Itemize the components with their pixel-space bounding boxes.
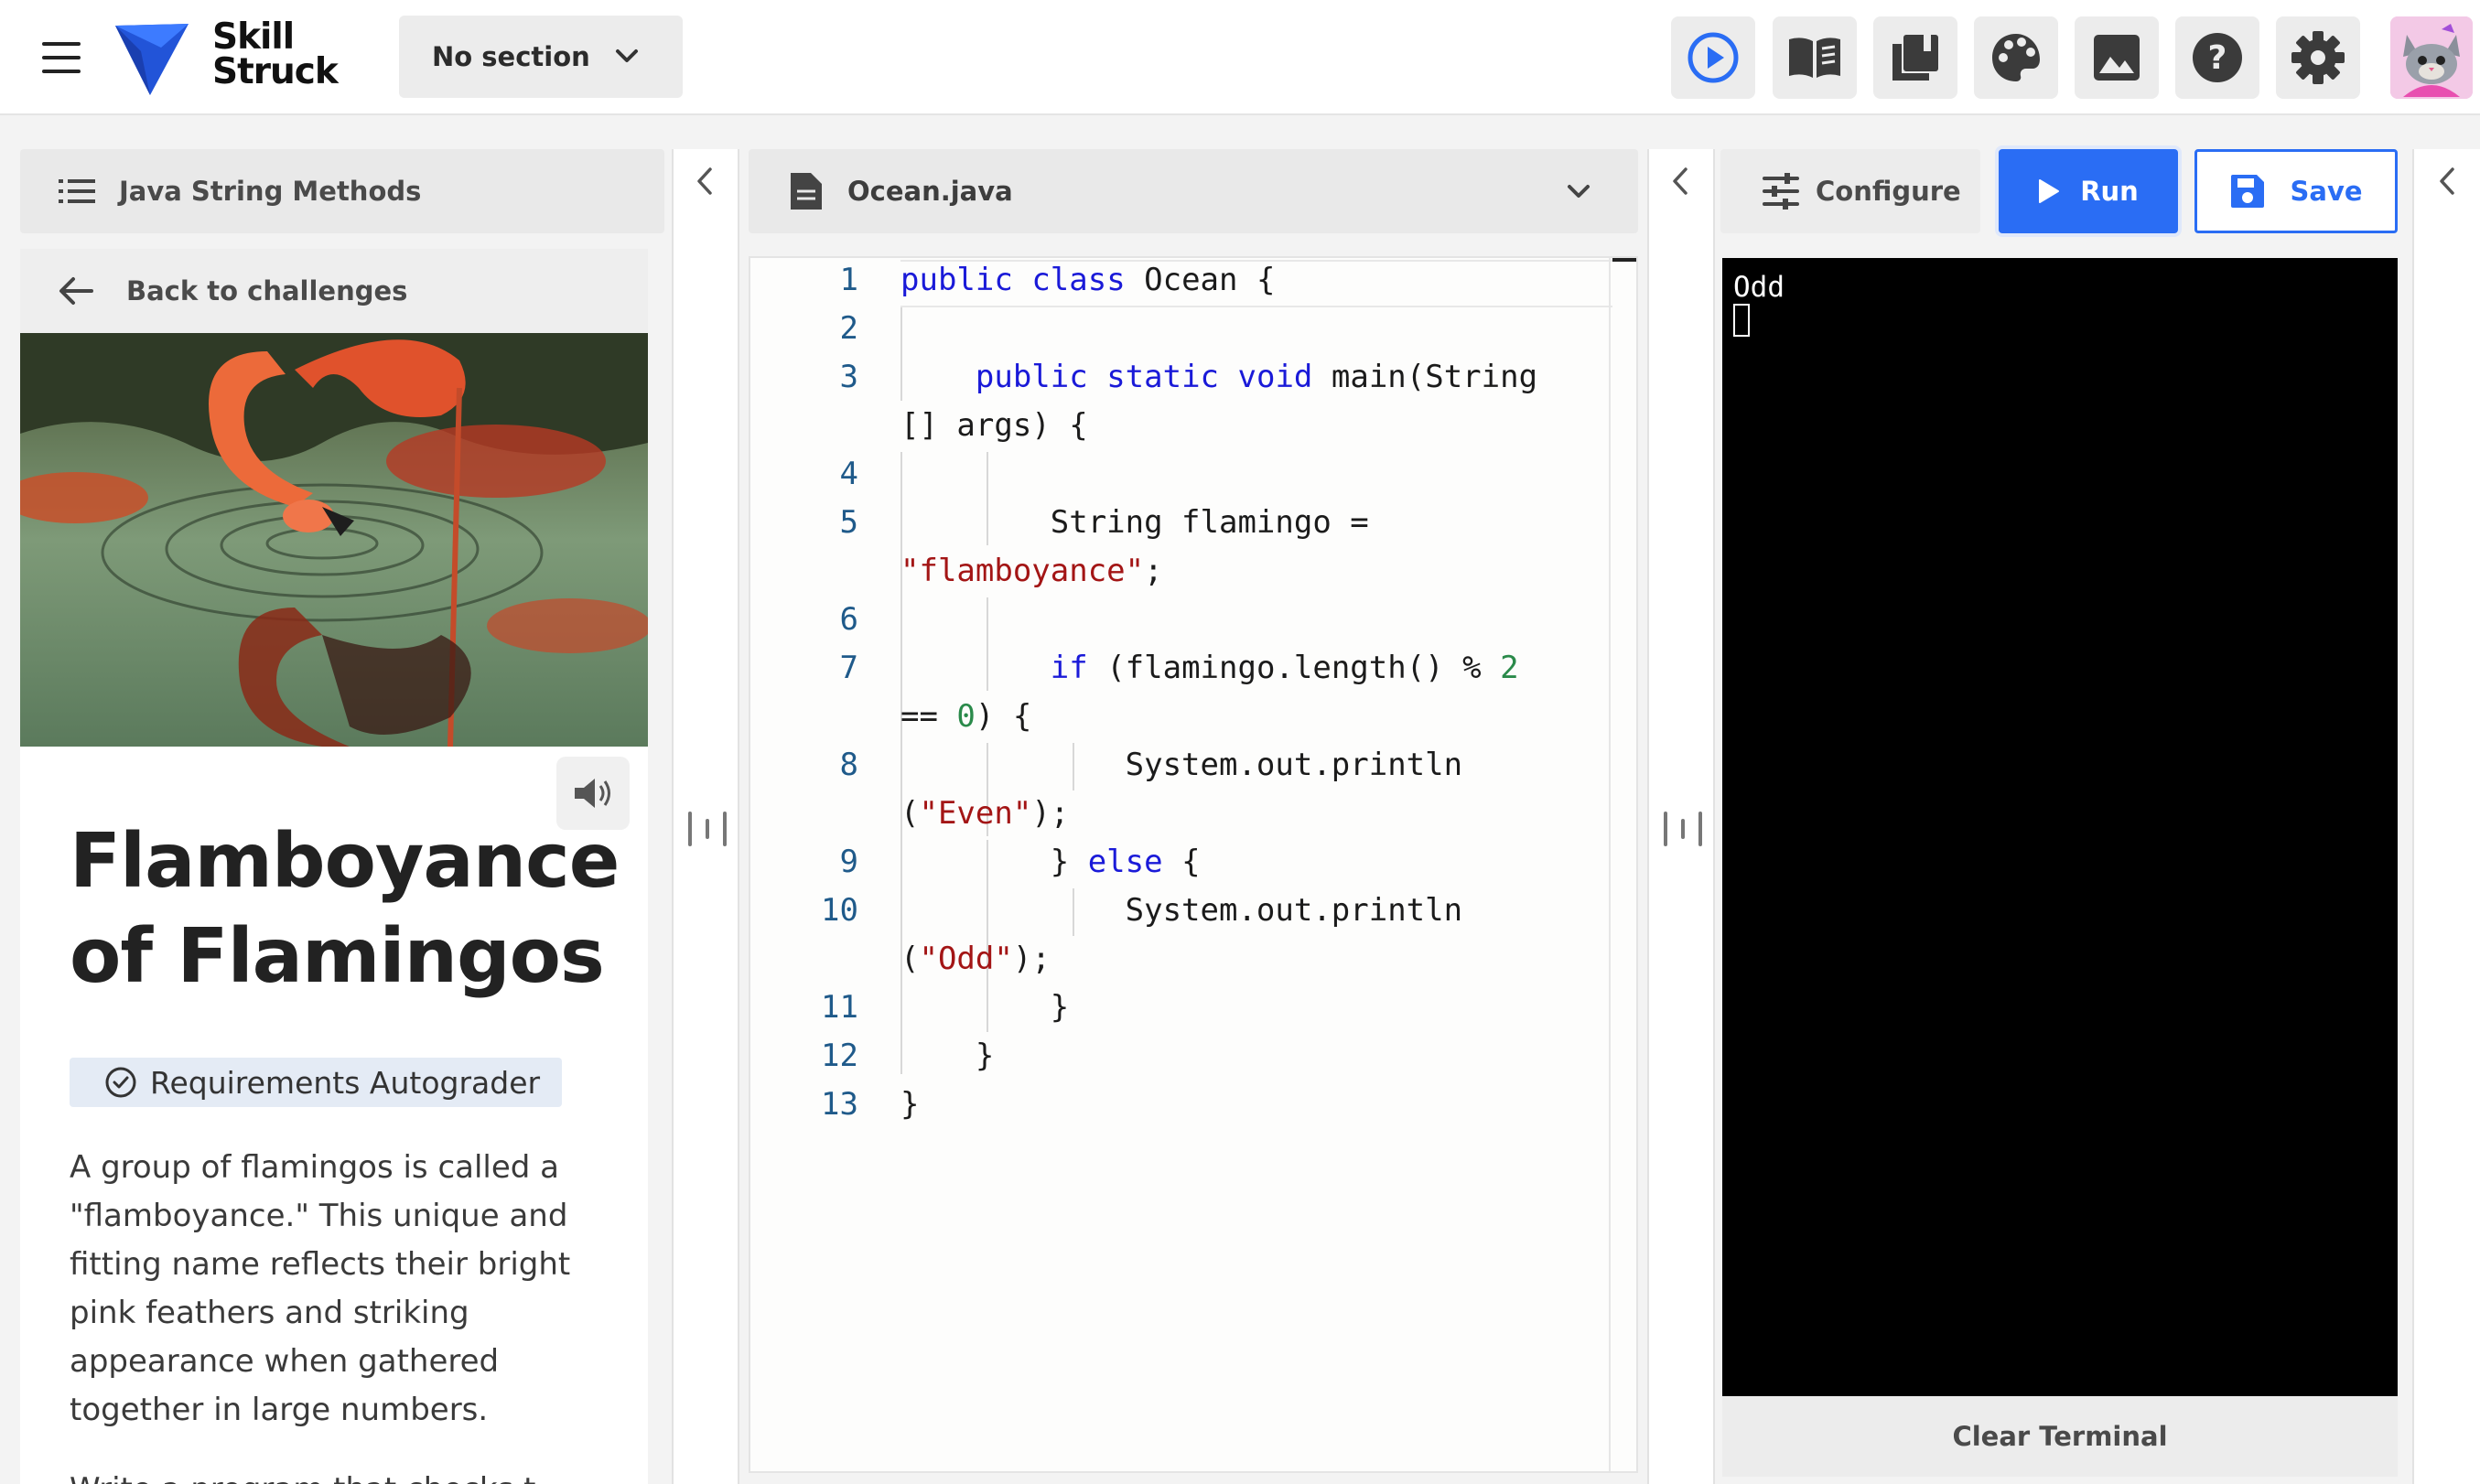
- code-line: public static void main(String: [975, 359, 1538, 395]
- cat-avatar-icon: [2390, 16, 2473, 99]
- challenge-description-continued: Write a program that checks t: [70, 1466, 609, 1484]
- flamingo-image: [20, 333, 648, 747]
- file-name: Ocean.java: [847, 176, 1013, 207]
- line-number: 4: [839, 456, 858, 492]
- svg-text:?: ?: [2208, 39, 2227, 77]
- line-number: 1: [839, 262, 858, 298]
- section-select[interactable]: No section: [399, 16, 683, 98]
- save-icon: [2231, 175, 2265, 208]
- editor-panel-divider: [1647, 149, 1715, 1484]
- brand-name: Skill Struck: [212, 16, 339, 92]
- code-line: "flamboyance";: [900, 553, 1163, 589]
- top-bar: Skill Struck No section ?: [0, 0, 2480, 115]
- user-avatar[interactable]: [2390, 16, 2473, 99]
- resize-handle-icon[interactable]: [685, 808, 730, 850]
- sliders-icon: [1763, 173, 1799, 210]
- line-number: 12: [821, 1038, 858, 1074]
- section-select-value: No section: [432, 41, 590, 72]
- skill-struck-logo[interactable]: Skill Struck: [113, 18, 342, 101]
- code-line: System.out.println: [900, 892, 1463, 929]
- help-button[interactable]: ?: [2175, 16, 2259, 99]
- help-icon: ?: [2193, 33, 2242, 82]
- play-circle-icon: [1687, 32, 1739, 83]
- code-line: ("Even");: [900, 795, 1070, 832]
- speaker-icon: [575, 779, 610, 808]
- run-label: Run: [2080, 176, 2139, 207]
- code-line: String flamingo =: [900, 504, 1369, 541]
- line-number: 11: [821, 989, 858, 1026]
- book-open-icon: [1789, 38, 1840, 78]
- library-button[interactable]: [1873, 16, 1957, 99]
- collapse-left-icon[interactable]: [2434, 166, 2462, 197]
- terminal-text: Odd: [1733, 271, 1785, 304]
- requirements-autograder-label: Requirements Autograder: [150, 1064, 541, 1101]
- right-panel-divider: [2412, 149, 2480, 1484]
- code-line: ("Odd");: [900, 941, 1051, 977]
- back-to-challenges-label: Back to challenges: [126, 275, 408, 306]
- flamingo-photo: [20, 333, 648, 747]
- challenge-title: Flamboyance of Flamingos: [70, 818, 620, 1000]
- line-number: 6: [839, 601, 858, 638]
- list-icon: [59, 179, 95, 203]
- collapse-left-icon[interactable]: [692, 166, 719, 197]
- terminal-output[interactable]: Odd: [1722, 258, 2398, 1396]
- logo-icon: [115, 24, 189, 95]
- lesson-header[interactable]: Java String Methods: [20, 149, 664, 233]
- back-to-challenges-link[interactable]: Back to challenges: [20, 249, 648, 333]
- code-line: } else {: [900, 844, 1201, 880]
- code-line: public class Ocean {: [900, 262, 1276, 298]
- configure-label: Configure: [1816, 176, 1961, 207]
- theme-button[interactable]: [1974, 16, 2058, 99]
- docs-button[interactable]: [1773, 16, 1857, 99]
- settings-icon: [2291, 31, 2345, 84]
- requirements-autograder-badge[interactable]: Requirements Autograder: [70, 1058, 562, 1107]
- collapse-left-icon[interactable]: [1667, 166, 1695, 197]
- line-number: 9: [839, 844, 858, 880]
- image-icon: [2094, 35, 2140, 81]
- line-number: 13: [821, 1086, 858, 1123]
- challenge-panel: Back to challenges Flamboyance of Flamin…: [20, 249, 648, 1484]
- line-number: 3: [839, 359, 858, 395]
- check-badge-icon: [105, 1067, 136, 1098]
- editor-scrollbar[interactable]: [1609, 258, 1636, 1471]
- code-line: }: [900, 1038, 995, 1074]
- line-number: 5: [839, 504, 858, 541]
- code-line: }: [900, 1086, 920, 1123]
- arrow-left-icon: [59, 277, 93, 305]
- code-line: [] args) {: [900, 407, 1088, 444]
- settings-button[interactable]: [2276, 16, 2360, 99]
- terminal-cursor: [1733, 304, 1750, 337]
- chevron-down-icon: [616, 49, 638, 62]
- left-panel-divider: [672, 149, 739, 1484]
- chevron-down-icon: [1568, 185, 1590, 198]
- tutorial-button[interactable]: [1671, 16, 1755, 99]
- code-line: == 0) {: [900, 698, 1032, 735]
- lesson-header-label: Java String Methods: [119, 176, 422, 207]
- clear-terminal-label: Clear Terminal: [1952, 1421, 2168, 1452]
- line-number: 7: [839, 650, 858, 686]
- code-line: System.out.println: [900, 747, 1463, 783]
- code-editor[interactable]: 1 2 3 4 5 6 7 8 9 10 11 12 13 public cla…: [749, 256, 1638, 1473]
- code-line: }: [900, 989, 1070, 1026]
- palette-icon: [1992, 34, 2040, 81]
- clear-terminal-button[interactable]: Clear Terminal: [1722, 1396, 2398, 1477]
- code-line: if (flamingo.length() % 2: [1050, 650, 1519, 686]
- menu-icon[interactable]: [42, 42, 81, 73]
- line-number: 10: [821, 892, 858, 929]
- resize-handle-icon[interactable]: [1660, 808, 1706, 850]
- document-icon: [791, 173, 822, 210]
- save-button[interactable]: Save: [2194, 149, 2398, 233]
- run-button[interactable]: Run: [1999, 149, 2178, 233]
- library-icon: [1892, 35, 1938, 81]
- challenge-description: A group of flamingos is called a "flambo…: [70, 1149, 571, 1428]
- play-icon: [2039, 179, 2060, 203]
- save-label: Save: [2290, 176, 2363, 207]
- line-number: 8: [839, 747, 858, 783]
- line-number: 2: [839, 310, 858, 347]
- configure-button[interactable]: Configure: [1720, 149, 1980, 233]
- file-select[interactable]: Ocean.java: [749, 149, 1638, 233]
- image-button[interactable]: [2075, 16, 2159, 99]
